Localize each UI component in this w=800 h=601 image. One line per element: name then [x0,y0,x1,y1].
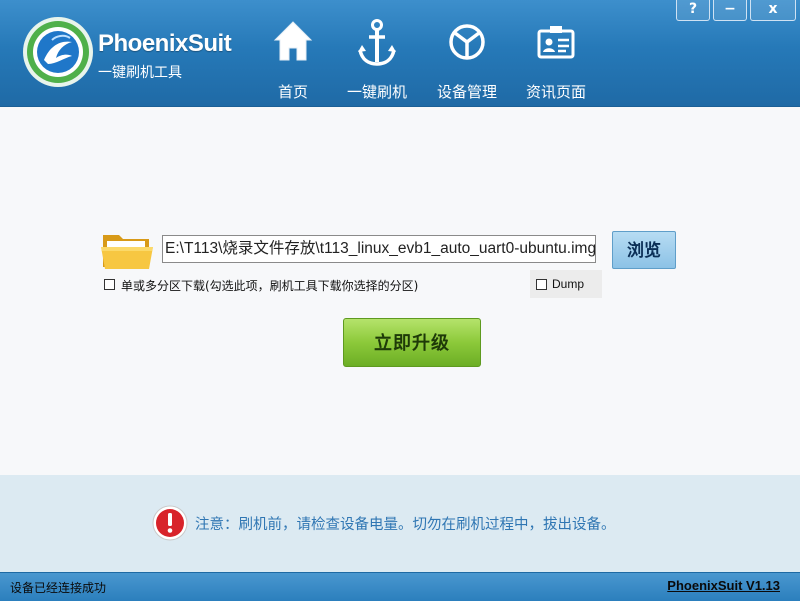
notice-text: 注意：刷机前，请检查设备电量。切勿在刷机过程中，拔出设备。 [195,517,616,533]
anchor-icon [358,19,396,66]
brand-name: PhoenixSuit [98,30,232,57]
phoenix-logo-icon [23,17,93,87]
nav-news-label: 资讯页面 [525,83,586,101]
warning-icon [152,505,188,541]
status-bar: 设备已经连接成功 PhoenixSuit V1.13 [0,572,800,601]
folder-icon[interactable] [101,229,153,271]
connection-status: 设备已经连接成功 [10,581,107,595]
house-icon [273,21,313,61]
minimize-button[interactable]: − [713,0,747,21]
partition-download-label: 单或多分区下载(勾选此项，刷机工具下载你选择的分区) [121,279,419,293]
nav-home[interactable]: 首页 [245,18,341,104]
version-link[interactable]: PhoenixSuit V1.13 [667,578,780,593]
dump-checkbox[interactable] [536,279,547,290]
app-header: PhoenixSuit 一键刷机工具 首页 一键刷机 设备管理 资讯页面 ? −… [0,0,800,107]
upgrade-now-button[interactable]: 立即升级 [343,318,481,367]
nav-flash-label: 一键刷机 [346,83,407,101]
nav-flash[interactable]: 一键刷机 [329,18,425,104]
nav-news[interactable]: 资讯页面 [508,18,604,104]
flash-panel: E:\T113\烧录文件存放\t113_linux_evb1_auto_uart… [0,107,800,475]
nav-device-label: 设备管理 [436,83,497,101]
browse-button[interactable]: 浏览 [612,231,676,269]
device-icon [449,24,485,60]
window-controls: ? − x [673,0,796,22]
notice-panel: 注意：刷机前，请检查设备电量。切勿在刷机过程中，拔出设备。 [0,475,800,572]
brand-subtitle: 一键刷机工具 [98,65,182,81]
nav-device-manage[interactable]: 设备管理 [419,18,515,104]
image-path-input[interactable]: E:\T113\烧录文件存放\t113_linux_evb1_auto_uart… [162,235,596,263]
help-button[interactable]: ? [676,0,710,21]
dump-label: Dump [552,277,585,291]
partition-download-checkbox[interactable] [104,279,115,290]
news-card-icon [537,26,575,59]
nav-home-label: 首页 [277,83,308,101]
close-button[interactable]: x [750,0,796,21]
